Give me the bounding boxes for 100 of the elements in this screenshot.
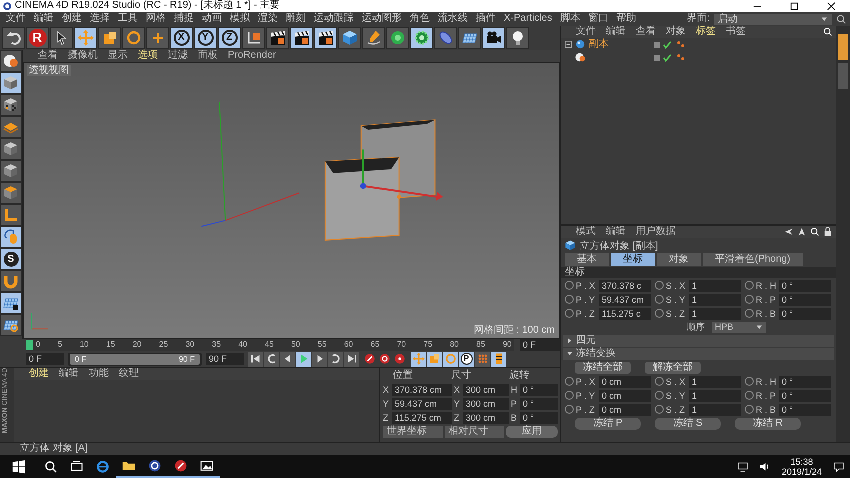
material-menu-item[interactable]: 编辑 [54,368,84,380]
viewport-menu-item[interactable]: 摄像机 [63,50,103,62]
size-mode-dropdown[interactable]: 相对尺寸 [444,426,504,438]
menu-item[interactable]: 工具 [114,12,142,26]
search-icon[interactable] [823,27,833,37]
number-field[interactable]: 1 [689,294,741,306]
menu-item[interactable]: 文件 [2,12,30,26]
playback-button[interactable] [248,352,263,366]
viewport-menu-item[interactable]: 显示 [103,50,133,62]
menu-item[interactable]: 流水线 [434,12,472,26]
tool-button[interactable] [0,182,22,204]
viewport-menu-item[interactable]: 选项 [133,50,163,62]
menu-item[interactable]: 插件 [472,12,500,26]
object-menu-item[interactable]: 查看 [631,26,661,38]
number-field[interactable]: 1 [689,308,741,320]
number-field[interactable]: 0 ° [779,280,831,292]
toolbar-button[interactable] [98,27,121,49]
frame-field[interactable]: 0 F [520,339,560,351]
space-dropdown[interactable]: 世界坐标 [383,426,443,438]
menu-item[interactable]: 模拟 [226,12,254,26]
key-button[interactable] [427,352,442,366]
number-field[interactable]: 0 cm [599,390,651,402]
tab[interactable]: 对象 [657,253,701,266]
network-icon[interactable] [736,460,749,472]
timeline-ruler[interactable]: 0 5 10 15 20 25 30 35 40 45 50 55 60 65 70 75 80 85 90 [26,339,514,351]
tab[interactable]: 基本 [565,253,609,266]
number-field[interactable]: 0 ° [779,294,831,306]
freeze-button[interactable]: 冻结 S [655,418,721,430]
tool-button[interactable] [0,50,22,72]
viewport-menu-item[interactable]: ProRender [223,50,282,62]
toolbar-button[interactable] [242,27,265,49]
freeze-button[interactable]: 冻结 P [575,418,641,430]
key-button[interactable] [411,352,426,366]
number-field[interactable]: 0 cm [599,404,651,416]
toolbar-button[interactable]: Z [218,27,241,49]
freeze-button[interactable]: 冻结 R [735,418,801,430]
position-field[interactable]: 370.378 cm [392,384,452,396]
keyframe-icon[interactable] [394,353,406,365]
menu-item[interactable]: 窗口 [584,12,612,26]
close-icon[interactable] [827,2,836,10]
tool-button[interactable] [0,314,22,336]
key-button[interactable]: P [459,352,474,366]
object-menu-item[interactable]: 书签 [721,26,751,38]
toolbar-button[interactable] [74,27,97,49]
number-field[interactable]: 370.378 c [599,280,651,292]
rotation-field[interactable]: 0 ° [520,412,558,424]
number-field[interactable]: 1 [689,280,741,292]
object-menu-item[interactable]: 文件 [571,26,601,38]
number-field[interactable]: 0 ° [779,390,831,402]
toolbar-button[interactable] [2,27,25,49]
tool-button[interactable] [0,292,22,314]
number-field[interactable]: 59.437 cm [599,294,651,306]
menu-item[interactable]: 角色 [406,12,434,26]
toolbar-button[interactable]: X [170,27,193,49]
disclosure-icon[interactable] [567,351,573,357]
expander-icon[interactable] [565,41,572,48]
autokey-icon[interactable] [379,353,391,365]
attribute-menu-item[interactable]: 模式 [571,226,601,238]
maximize-icon[interactable] [790,2,799,10]
key-button[interactable] [475,352,490,366]
toolbar-button[interactable] [146,27,169,49]
visibility-icon[interactable] [653,52,673,62]
tool-button[interactable] [0,226,22,248]
toolbar-button[interactable] [482,27,505,49]
object-name[interactable]: 副本 [589,38,609,50]
toolbar-button[interactable] [506,27,529,49]
end-frame-field[interactable]: 90 F [206,353,244,365]
number-field[interactable]: 1 [689,390,741,402]
menu-item[interactable]: X-Particles [500,12,556,26]
number-field[interactable]: 0 ° [779,404,831,416]
tool-button[interactable] [0,94,22,116]
menu-item[interactable]: 帮助 [612,12,640,26]
up-arrow-icon[interactable] [797,227,807,237]
freeze-button[interactable]: 解冻全部 [645,362,701,374]
size-field[interactable]: 300 cm [463,412,509,424]
menu-item[interactable]: 运动跟踪 [310,12,358,26]
menu-item[interactable]: 脚本 [556,12,584,26]
playback-button[interactable] [344,352,359,366]
menu-item[interactable]: 渲染 [254,12,282,26]
viewport-menu-item[interactable]: 面板 [193,50,223,62]
tool-button[interactable] [0,204,22,226]
number-field[interactable]: 0 cm [599,376,651,388]
group-header[interactable]: 冻结变换 [563,348,834,360]
key-button[interactable] [491,352,506,366]
toolbar-button[interactable] [458,27,481,49]
size-field[interactable]: 300 cm [463,398,509,410]
tool-button[interactable] [0,160,22,182]
rotation-field[interactable]: 0 ° [520,384,558,396]
toolbar-button[interactable]: Y [194,27,217,49]
toolbar-button[interactable]: R [26,27,49,49]
object-menu-item[interactable]: 标签 [691,26,721,38]
start-frame-field[interactable]: 0 F [26,353,64,365]
position-field[interactable]: 59.437 cm [392,398,452,410]
group-header[interactable]: 四元 [563,335,834,347]
number-field[interactable]: 1 [689,376,741,388]
number-field[interactable]: 0 ° [779,376,831,388]
menu-item[interactable]: 雕刻 [282,12,310,26]
number-field[interactable]: 0 ° [779,308,831,320]
start-icon[interactable] [12,460,26,474]
menu-item[interactable]: 动画 [198,12,226,26]
